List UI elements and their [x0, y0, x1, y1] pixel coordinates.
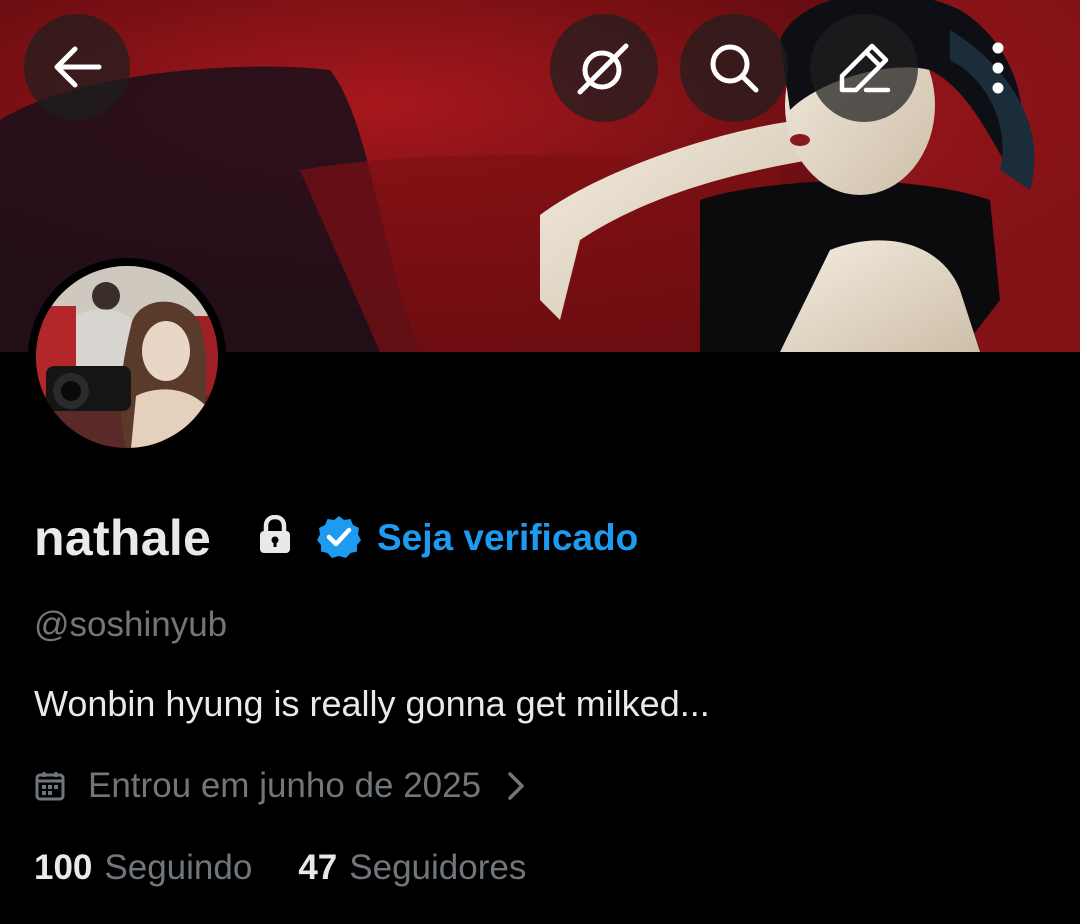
followers-count: 47	[298, 848, 338, 887]
avatar-image	[36, 266, 218, 448]
profile-bio: Wonbin hyung is really gonna get milked.…	[34, 683, 710, 724]
edit-profile-button[interactable]	[810, 14, 918, 122]
search-button[interactable]	[680, 14, 788, 122]
verified-badge-icon[interactable]	[316, 514, 362, 560]
calendar-icon	[35, 772, 65, 801]
chevron-right-icon	[508, 772, 524, 800]
following-label: Seguindo	[104, 848, 253, 887]
following-count: 100	[34, 848, 93, 887]
grok-button[interactable]	[550, 14, 658, 122]
back-button[interactable]	[24, 14, 130, 120]
display-name: nathale	[34, 510, 212, 566]
grok-icon	[577, 43, 629, 95]
more-options-button[interactable]	[970, 30, 1026, 106]
pencil-icon	[839, 43, 891, 93]
lock-icon	[260, 515, 290, 553]
search-icon	[710, 44, 759, 93]
followers-label: Seguidores	[349, 848, 527, 887]
follow-stats: 100 Seguindo 47 Seguidores	[34, 846, 526, 890]
arrow-left-icon	[54, 46, 102, 88]
joined-date: Entrou em junho de 2025	[88, 766, 482, 805]
following-link[interactable]: 100 Seguindo	[34, 846, 252, 890]
username-handle: @soshinyub	[34, 605, 228, 644]
get-verified-link[interactable]: Seja verificado	[377, 516, 638, 560]
joined-date-row[interactable]: Entrou em junho de 2025	[34, 764, 525, 808]
followers-link[interactable]: 47 Seguidores	[298, 846, 526, 890]
more-vertical-icon	[992, 42, 1004, 94]
avatar[interactable]	[28, 258, 226, 456]
